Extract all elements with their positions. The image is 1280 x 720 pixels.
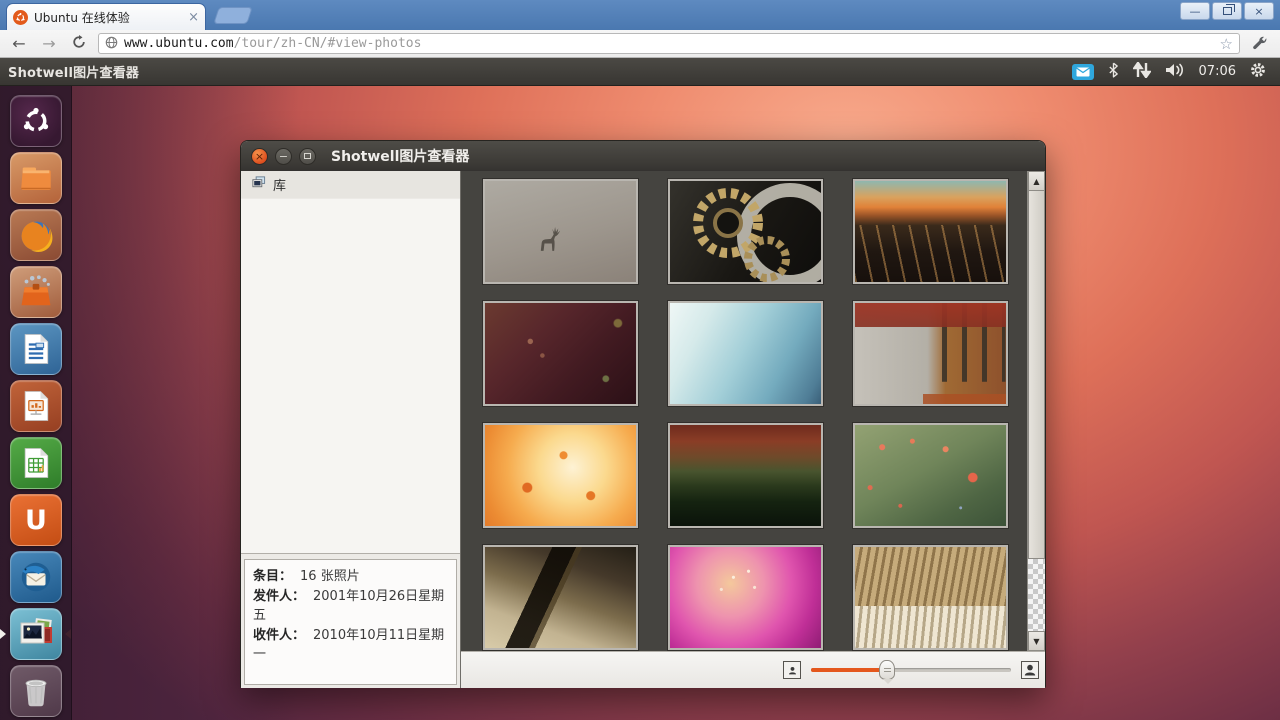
info-pane: 条目： 16 张照片 发件人：2001年10月26日星期五 收件人：2010年10… xyxy=(244,559,457,685)
info-row-from-date: 发件人：2001年10月26日星期五 xyxy=(253,587,448,626)
url-text: www.ubuntu.com/tour/zh-CN/#view-photos xyxy=(124,36,421,51)
photo-grid xyxy=(461,171,1027,651)
shotwell-bottom-toolbar xyxy=(461,651,1045,688)
photo-thumbnail[interactable] xyxy=(668,301,823,406)
panel-app-title: Shotwell图片查看器 xyxy=(0,62,139,81)
launcher-item-libreoffice-calc[interactable] xyxy=(10,437,62,489)
launcher-item-libreoffice-impress[interactable] xyxy=(10,380,62,432)
top-panel: Shotwell图片查看器 07:06 xyxy=(0,58,1280,86)
close-button[interactable]: × xyxy=(1244,2,1274,20)
browser-toolbar: ← → www.ubuntu.com/tour/zh-CN/#view-phot… xyxy=(0,30,1280,58)
zoom-out-thumbnail-icon[interactable] xyxy=(783,661,801,679)
sidebar-item-library[interactable]: 库 xyxy=(241,171,460,199)
shotwell-titlebar[interactable]: × − Shotwell图片查看器 xyxy=(241,141,1045,171)
indicator-tray: 07:06 xyxy=(1072,62,1280,82)
tab-close-icon[interactable]: × xyxy=(188,10,199,25)
launcher-item-libreoffice-writer[interactable] xyxy=(10,323,62,375)
zoom-slider-group xyxy=(783,660,1039,680)
launcher-item-shotwell[interactable] xyxy=(10,608,62,660)
address-bar[interactable]: www.ubuntu.com/tour/zh-CN/#view-photos ☆ xyxy=(98,33,1240,54)
network-arrows-icon[interactable] xyxy=(1133,62,1151,82)
photo-thumbnail[interactable] xyxy=(853,179,1008,284)
reload-button[interactable] xyxy=(68,34,90,53)
bluetooth-icon[interactable] xyxy=(1108,62,1119,82)
shotwell-window-title: Shotwell图片查看器 xyxy=(331,146,469,166)
info-label: 收件人： xyxy=(253,628,305,643)
running-indicator-arrow-icon xyxy=(0,629,6,639)
launcher-item-firefox[interactable] xyxy=(10,209,62,261)
launcher-item-ubuntu-one[interactable]: U xyxy=(10,494,62,546)
ubuntu-one-u-glyph: U xyxy=(25,505,47,536)
info-row-count: 条目： 16 张照片 xyxy=(253,567,448,587)
scrollbar-track[interactable] xyxy=(1028,559,1045,631)
photo-thumbnail[interactable] xyxy=(483,423,638,528)
shotwell-close-button[interactable]: × xyxy=(251,148,268,165)
clock[interactable]: 07:06 xyxy=(1199,64,1236,79)
shotwell-maximize-button[interactable] xyxy=(299,148,316,165)
zoom-slider[interactable] xyxy=(811,660,1011,680)
forward-button[interactable]: → xyxy=(38,34,60,53)
screen: Ubuntu 在线体验 × — × ← → www.ubuntu.com/tou… xyxy=(0,0,1280,720)
url-path: /tour/zh-CN/#view-photos xyxy=(234,36,422,51)
new-tab-button[interactable] xyxy=(213,7,253,24)
tab-title: Ubuntu 在线体验 xyxy=(34,9,182,26)
ubuntu-favicon-icon xyxy=(13,10,28,25)
globe-icon xyxy=(105,34,118,53)
photo-thumbnail[interactable] xyxy=(483,301,638,406)
scrollbar-thumb[interactable] xyxy=(1028,191,1045,559)
shotwell-body: 库 条目： 16 张照片 发件人：2001年10月26日星期五 收件人：2010年… xyxy=(241,171,1045,688)
scroll-down-button[interactable]: ▼ xyxy=(1028,631,1045,651)
session-gear-icon[interactable] xyxy=(1250,62,1266,82)
launcher-item-home-folder[interactable] xyxy=(10,152,62,204)
launcher-item-trash[interactable] xyxy=(10,665,62,717)
desktop: U × − Shotwell图片查看器 xyxy=(0,86,1280,720)
photo-thumbnail[interactable] xyxy=(483,179,638,284)
shotwell-sidebar: 库 条目： 16 张照片 发件人：2001年10月26日星期五 收件人：2010年… xyxy=(241,171,461,688)
shotwell-content: ▲ ▼ xyxy=(461,171,1045,688)
restore-icon xyxy=(1223,7,1232,15)
back-button[interactable]: ← xyxy=(8,34,30,53)
minimize-button[interactable]: — xyxy=(1180,2,1210,20)
restore-button[interactable] xyxy=(1212,2,1242,20)
photo-thumbnail[interactable] xyxy=(853,423,1008,528)
window-controls: — × xyxy=(1178,2,1274,20)
unity-launcher: U xyxy=(0,86,72,720)
info-value: 16 张照片 xyxy=(300,569,360,584)
slider-fill xyxy=(811,668,887,672)
browser-tabbar: Ubuntu 在线体验 × — × xyxy=(0,0,1280,30)
scroll-up-button[interactable]: ▲ xyxy=(1028,171,1045,191)
photo-thumbnail[interactable] xyxy=(668,423,823,528)
photo-thumbnail[interactable] xyxy=(668,179,823,284)
focused-indicator-arrow-icon xyxy=(65,629,71,639)
photo-thumbnail[interactable] xyxy=(853,545,1008,650)
photo-thumbnail[interactable] xyxy=(853,301,1008,406)
launcher-item-software-center[interactable] xyxy=(10,266,62,318)
bookmark-star-icon[interactable]: ☆ xyxy=(1220,35,1233,53)
photo-thumbnail[interactable] xyxy=(668,545,823,650)
info-label: 发件人： xyxy=(253,589,305,604)
slider-thumb[interactable] xyxy=(879,660,895,680)
maximize-icon xyxy=(304,153,311,159)
url-host: www.ubuntu.com xyxy=(124,36,234,51)
browser-tab[interactable]: Ubuntu 在线体验 × xyxy=(6,3,206,30)
launcher-item-thunderbird[interactable] xyxy=(10,551,62,603)
info-row-to-date: 收件人：2010年10月11日星期一 xyxy=(253,626,448,665)
launcher-item-dash-home[interactable] xyxy=(10,95,62,147)
photo-thumbnail[interactable] xyxy=(483,545,638,650)
volume-icon[interactable] xyxy=(1165,62,1185,82)
zoom-in-thumbnail-icon[interactable] xyxy=(1021,661,1039,679)
shotwell-minimize-button[interactable]: − xyxy=(275,148,292,165)
shotwell-window: × − Shotwell图片查看器 库 xyxy=(240,140,1046,688)
sidebar-tree: 库 xyxy=(241,171,460,554)
messaging-mail-icon[interactable] xyxy=(1072,64,1094,80)
wrench-menu-icon[interactable] xyxy=(1248,36,1272,52)
info-label: 条目： xyxy=(253,569,292,584)
library-photos-icon xyxy=(251,175,266,194)
library-label: 库 xyxy=(273,175,286,194)
photo-scrollbar[interactable]: ▲ ▼ xyxy=(1027,171,1045,651)
